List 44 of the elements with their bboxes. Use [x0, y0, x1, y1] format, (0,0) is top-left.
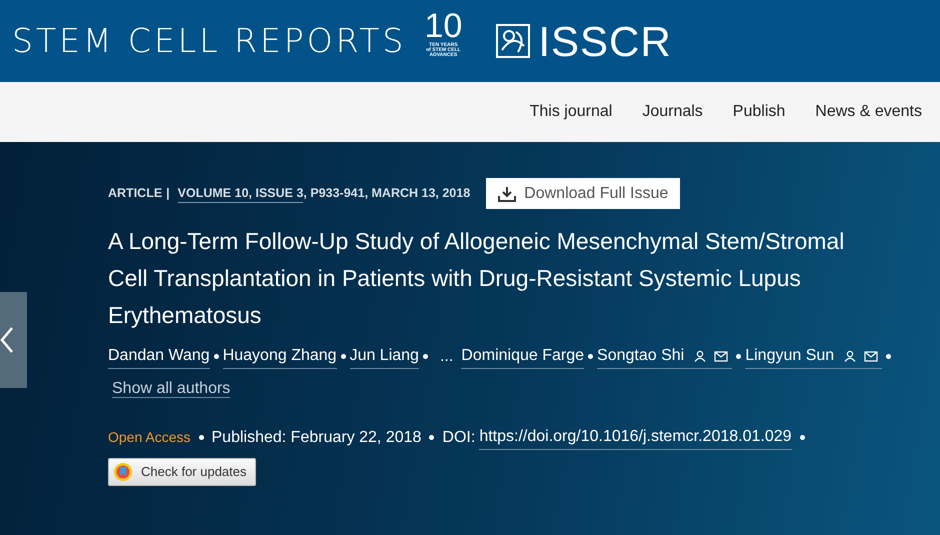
person-icon: [694, 350, 706, 362]
check-updates-button[interactable]: Check for updates: [108, 458, 256, 486]
mail-icon[interactable]: [864, 350, 878, 362]
doi-label: DOI:: [442, 428, 476, 448]
author-link[interactable]: Songtao Shi: [597, 344, 732, 369]
nav-link[interactable]: Journals: [627, 100, 718, 124]
society-name[interactable]: ISSCR: [538, 10, 672, 72]
open-access-label: Open Access: [108, 428, 190, 447]
nav-link[interactable]: Publish: [718, 100, 800, 124]
previous-arrow-button[interactable]: [0, 292, 27, 388]
separator-dot: [422, 354, 428, 359]
separator-dot: [198, 435, 204, 440]
society-logo-icon: [496, 24, 530, 58]
separator-dot: [588, 354, 594, 359]
show-all-authors-link[interactable]: Show all authors: [112, 380, 230, 398]
author-link[interactable]: Huayong Zhang: [222, 344, 337, 369]
nav-link[interactable]: News & events: [800, 100, 937, 124]
author-link[interactable]: Dominique Farge: [461, 344, 584, 369]
author-link[interactable]: Lingyun Sun: [745, 344, 882, 369]
separator-dot: [214, 354, 219, 359]
chevron-left-icon: [0, 326, 14, 354]
person-icon: [844, 350, 856, 362]
mail-icon[interactable]: [714, 350, 728, 362]
nav-link[interactable]: This journal: [514, 100, 628, 124]
separator-dot: [736, 354, 742, 359]
doi-link[interactable]: https://doi.org/10.1016/j.stemcr.2018.01.029: [479, 425, 792, 450]
citation-text: , P933-941, MARCH 13, 2018: [303, 185, 470, 202]
article-type: ARTICLE: [108, 185, 162, 202]
bookmark-badge-icon: [113, 462, 133, 482]
separator-dot: [800, 435, 805, 440]
separator-dot: [886, 354, 892, 359]
separator-dot: [340, 354, 346, 359]
article-title: A Long-Term Follow-Up Study of Allogeneic Mesenchymal Stem/Stromal Cell Transplantation in Patients with Drug-Resistant Systemic Lupus Erythematosus: [108, 227, 846, 330]
anniversary-numeral: 10: [424, 9, 462, 43]
separator-dot: [429, 435, 434, 440]
ellipsis: ...: [440, 346, 454, 366]
author-link[interactable]: Jun Liang: [350, 344, 419, 369]
download-icon: [498, 186, 516, 202]
author-link[interactable]: Dandan Wang: [108, 344, 210, 369]
journal-title[interactable]: STEM CELL REPORTS: [12, 16, 406, 66]
published-date: Published: February 22, 2018: [212, 428, 422, 448]
download-button[interactable]: Download Full Issue: [486, 178, 680, 209]
volume-link[interactable]: VOLUME 10, ISSUE 3: [178, 184, 304, 204]
separator: |: [166, 185, 170, 202]
